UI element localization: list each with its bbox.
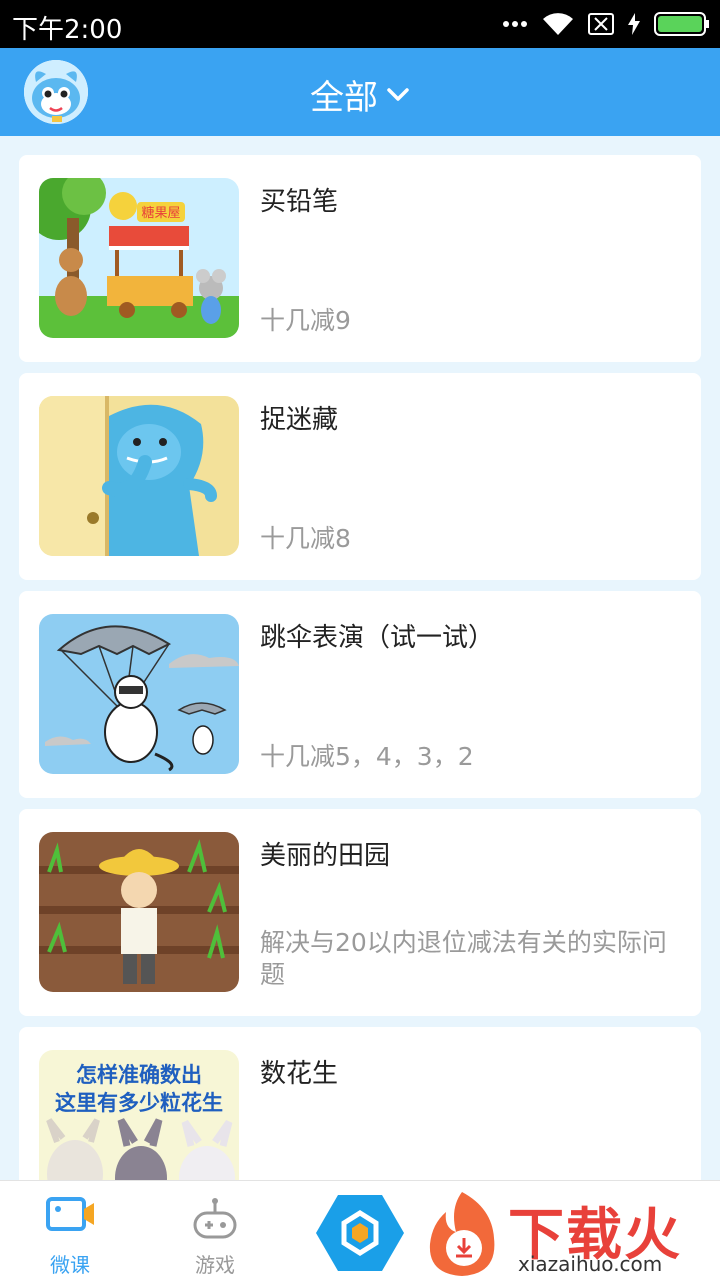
lesson-title: 捉迷藏 [260, 405, 339, 435]
battery-icon [654, 12, 709, 36]
wifi-icon [543, 13, 573, 36]
thumb-caption-line2: 这里有多少粒花生 [55, 1091, 223, 1115]
status-time: 下午2:00 [12, 15, 123, 45]
lesson-list[interactable]: 糖果屋 买铅笔 十几减9 捉迷藏 十几减8 跳伞表演（试一试） 十几减5，4，3… [0, 136, 720, 1180]
lesson-thumbnail: 糖果屋 [39, 178, 239, 338]
center-hex-button[interactable] [316, 1193, 404, 1273]
lesson-card[interactable]: 怎样准确数出 这里有多少粒花生 数花生 [19, 1027, 701, 1180]
video-icon [46, 1197, 94, 1231]
tab-label: 游戏 [195, 1253, 235, 1277]
lesson-thumbnail [39, 832, 239, 992]
lesson-thumbnail [39, 396, 239, 556]
lesson-card[interactable]: 糖果屋 买铅笔 十几减9 [19, 155, 701, 362]
lesson-subtitle: 十几减8 [260, 524, 351, 553]
thumb-caption-line1: 怎样准确数出 [76, 1063, 202, 1087]
category-dropdown[interactable]: 全部 [0, 70, 720, 119]
hexagon-icon [316, 1195, 404, 1271]
lesson-title: 数花生 [260, 1059, 339, 1089]
tab-micro-lessons[interactable]: 微课 [10, 1181, 130, 1280]
gamepad-icon [193, 1198, 237, 1239]
lesson-title: 跳伞表演（试一试） [260, 623, 495, 653]
tab-label: 微课 [50, 1253, 90, 1277]
watermark-url: xiazaihuo.com [518, 1252, 663, 1276]
tab-games[interactable]: 游戏 [155, 1181, 275, 1280]
lesson-subtitle: 十几减9 [260, 306, 351, 335]
lesson-thumbnail: 怎样准确数出 这里有多少粒花生 [39, 1050, 239, 1180]
app-header: 全部 [0, 48, 720, 136]
lesson-thumbnail [39, 614, 239, 774]
charging-icon [628, 13, 640, 35]
status-bar: 下午2:00 [0, 0, 720, 48]
chevron-down-icon [387, 87, 409, 101]
lesson-subtitle: 解决与20以内退位减法有关的实际问题 [260, 928, 667, 989]
lesson-title: 美丽的田园 [260, 841, 391, 871]
lesson-subtitle: 十几减5，4，3，2 [260, 742, 474, 771]
thumb-sign-text: 糖果屋 [141, 205, 180, 221]
lesson-card[interactable]: 美丽的田园 解决与20以内退位减法有关的实际问题 [19, 809, 701, 1016]
status-icons [502, 8, 710, 40]
lesson-title: 买铅笔 [260, 187, 339, 217]
lesson-card[interactable]: 跳伞表演（试一试） 十几减5，4，3，2 [19, 591, 701, 798]
more-dots-icon [503, 21, 527, 27]
flame-logo-icon [429, 1192, 495, 1276]
sim-off-icon [588, 13, 614, 35]
category-title: 全部 [310, 78, 378, 118]
watermark-logo: 下载火 xiazaihuo.com [422, 1186, 720, 1280]
lesson-card[interactable]: 捉迷藏 十几减8 [19, 373, 701, 580]
